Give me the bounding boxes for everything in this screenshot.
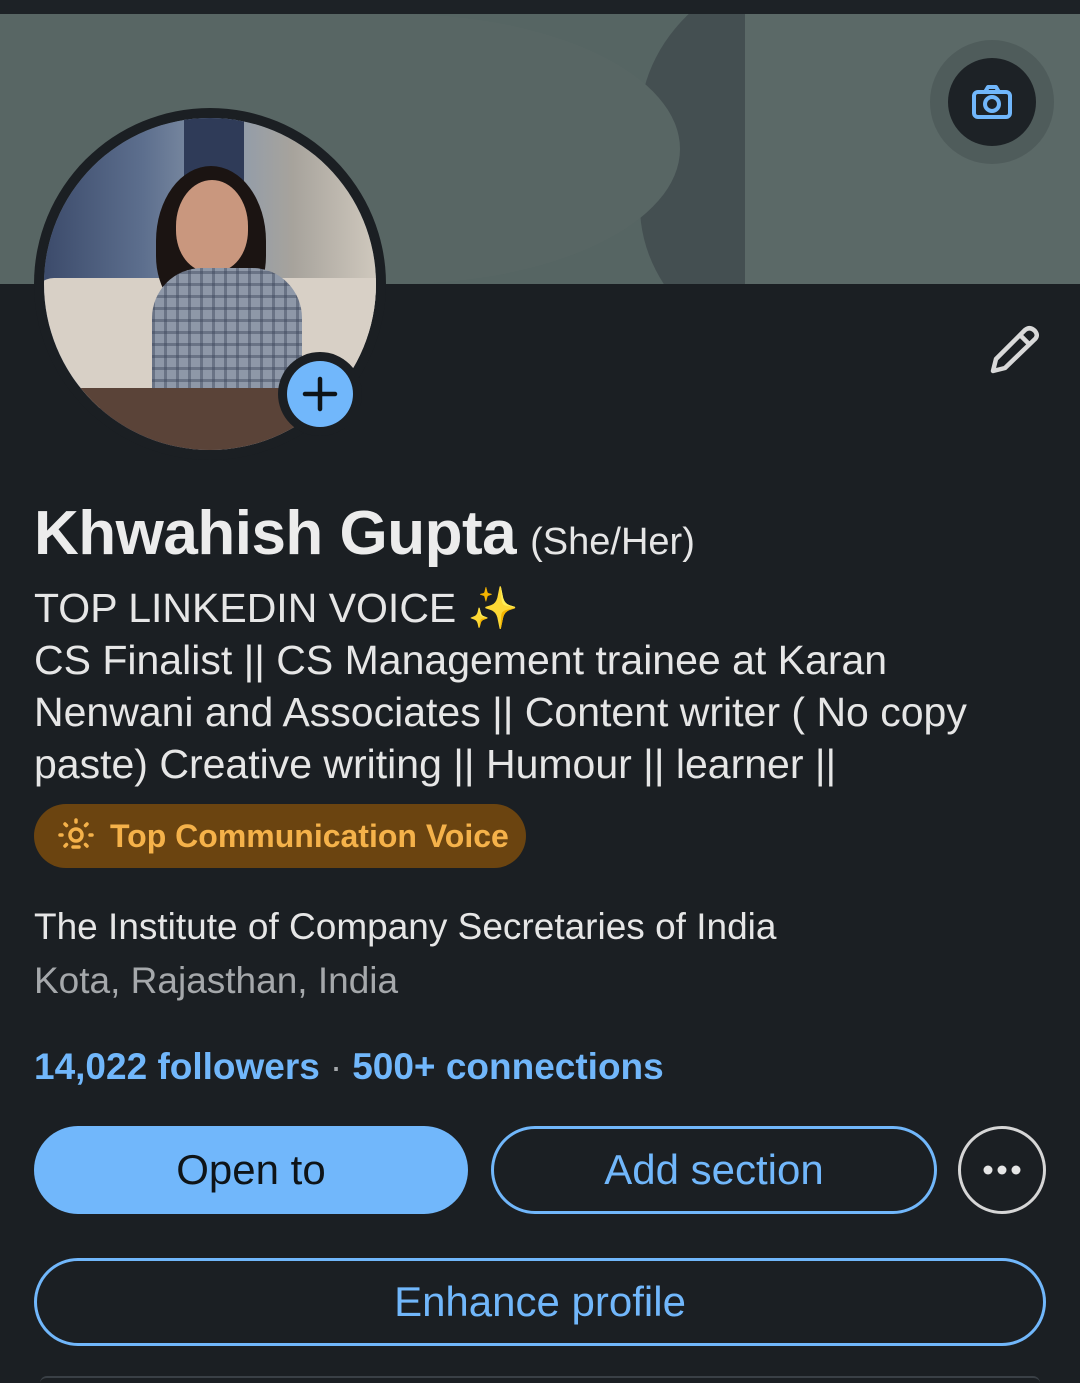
- location: Kota, Rajasthan, India: [34, 960, 399, 1001]
- enhance-profile-button[interactable]: Enhance profile: [34, 1258, 1046, 1346]
- name-row: Khwahish Gupta (She/Her): [34, 498, 695, 569]
- add-section-button[interactable]: Add section: [491, 1126, 937, 1214]
- ellipsis-icon: [983, 1165, 1021, 1175]
- open-to-button[interactable]: Open to: [34, 1126, 468, 1214]
- top-voice-badge[interactable]: Top Communication Voice: [34, 804, 526, 868]
- next-card-edge: [40, 1376, 1040, 1383]
- followers-link[interactable]: 14,022 followers: [34, 1046, 320, 1087]
- edit-cover-button[interactable]: [948, 58, 1036, 146]
- headline: TOP LINKEDIN VOICE ✨ CS Finalist || CS M…: [34, 582, 1044, 790]
- badge-label: Top Communication Voice: [110, 817, 509, 854]
- headline-body: CS Finalist || CS Management trainee at …: [34, 637, 967, 787]
- profile-page: Khwahish Gupta (She/Her) TOP LINKEDIN VO…: [0, 0, 1080, 1383]
- plus-icon: [302, 376, 338, 412]
- separator: ·: [329, 1046, 343, 1087]
- edit-intro-button[interactable]: [982, 318, 1046, 382]
- more-button[interactable]: [958, 1126, 1046, 1214]
- connections-link[interactable]: 500+ connections: [352, 1046, 664, 1087]
- camera-icon: [972, 85, 1012, 119]
- status-strip: [0, 0, 1080, 14]
- lightbulb-icon: [58, 818, 94, 849]
- network-stats: 14,022 followers · 500+ connections: [34, 1046, 664, 1088]
- organization[interactable]: The Institute of Company Secretaries of …: [34, 906, 776, 948]
- headline-line1: TOP LINKEDIN VOICE ✨: [34, 585, 519, 631]
- profile-name: Khwahish Gupta: [34, 499, 517, 568]
- add-photo-button[interactable]: [278, 352, 362, 436]
- pronouns: (She/Her): [530, 521, 695, 563]
- pencil-icon: [990, 326, 1039, 374]
